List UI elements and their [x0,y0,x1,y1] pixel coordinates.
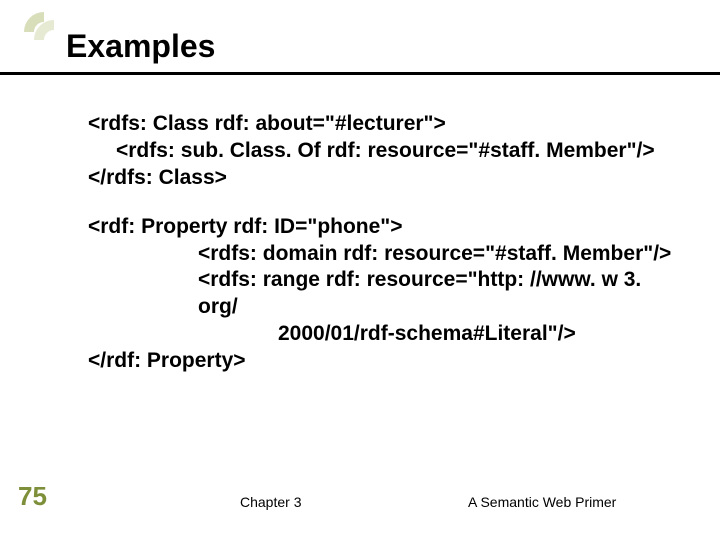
code-line: <rdfs: domain rdf: resource="#staff. Mem… [88,241,680,268]
code-line: <rdfs: sub. Class. Of rdf: resource="#st… [88,138,680,165]
code-line: <rdfs: Class rdf: about="#lecturer"> [88,111,680,138]
code-line: 2000/01/rdf-schema#Literal"/> [88,321,680,348]
code-block-2: <rdf: Property rdf: ID="phone"> <rdfs: d… [88,214,680,375]
slide: Examples <rdfs: Class rdf: about="#lectu… [0,0,720,540]
code-line: <rdf: Property rdf: ID="phone"> [88,214,680,241]
footer-book-title: A Semantic Web Primer [468,494,616,510]
footer-chapter: Chapter 3 [240,494,301,510]
code-block-1: <rdfs: Class rdf: about="#lecturer"> <rd… [88,111,680,192]
code-line: </rdfs: Class> [88,165,680,192]
slide-number: 75 [18,481,47,512]
code-line: </rdf: Property> [88,348,680,375]
title-underline [0,72,720,75]
code-line: <rdfs: range rdf: resource="http: //www.… [88,267,680,321]
title-area: Examples [60,28,680,65]
slide-title: Examples [60,28,680,65]
slide-content: <rdfs: Class rdf: about="#lecturer"> <rd… [60,111,680,375]
